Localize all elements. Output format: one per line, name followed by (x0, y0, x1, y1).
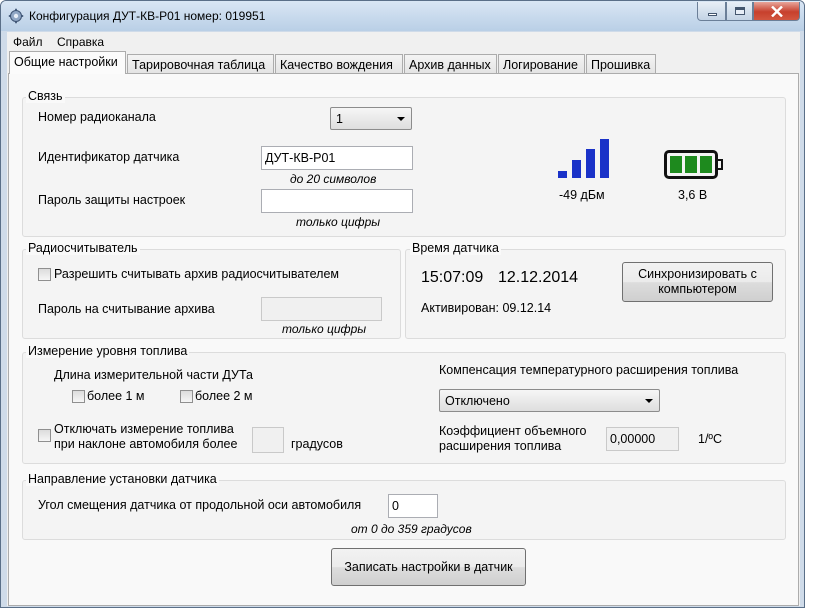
menu-help[interactable]: Справка (57, 35, 104, 49)
tab-data-archive[interactable]: Архив данных (404, 54, 497, 74)
radio-channel-label: Номер радиоканала (38, 110, 156, 124)
more-1m-label: более 1 м (87, 389, 145, 403)
battery-cell-1 (670, 156, 682, 173)
title-bar[interactable]: Конфигурация ДУТ-КВ-Р01 номер: 019951 (1, 1, 804, 31)
maximize-button[interactable] (726, 2, 753, 21)
battery-terminal (718, 159, 723, 170)
archive-password-label: Пароль на считывание архива (38, 302, 215, 316)
activated-date: Активирован: 09.12.14 (421, 301, 552, 315)
signal-bar-2 (572, 160, 581, 178)
sensor-id-input[interactable]: ДУТ-КВ-Р01 (261, 146, 413, 170)
minimize-button[interactable] (697, 2, 726, 21)
allow-reader-checkbox[interactable] (38, 268, 51, 281)
coef-label-2: расширения топлива (439, 439, 562, 453)
settings-password-hint: только цифры (296, 215, 381, 229)
signal-bar-3 (586, 149, 595, 178)
tab-driving-quality[interactable]: Качество вождения (275, 54, 403, 74)
minimize-icon (708, 13, 717, 16)
settings-password-input[interactable] (261, 189, 413, 213)
gear-icon (8, 8, 24, 24)
write-settings-button[interactable]: Записать настройки в датчик (331, 548, 526, 586)
angle-hint: от 0 до 359 градусов (351, 522, 472, 536)
tab-general-settings[interactable]: Общие настройки (9, 51, 126, 74)
close-button[interactable] (753, 2, 800, 21)
tilt-degrees-input[interactable] (252, 427, 284, 453)
more-2m-label: более 2 м (195, 389, 253, 403)
tilt-disable-label-1: Отключать измерение топлива (54, 422, 234, 436)
signal-bar-1 (558, 171, 567, 178)
battery-cell-3 (700, 156, 712, 173)
window-title: Конфигурация ДУТ-КВ-Р01 номер: 019951 (29, 9, 266, 23)
more-2m-checkbox[interactable] (180, 390, 193, 403)
sync-time-button[interactable]: Синхронизировать с компьютером (622, 262, 773, 302)
allow-reader-label: Разрешить считывать архив радиосчитывате… (54, 267, 339, 281)
angle-input[interactable]: 0 (388, 494, 438, 518)
sensor-time-value: 15:07:09 (421, 269, 484, 286)
sensor-id-hint: до 20 символов (290, 172, 377, 186)
maximize-icon (735, 7, 745, 15)
radio-channel-select[interactable]: 1 (330, 107, 412, 130)
coef-input[interactable]: 0,00000 (606, 427, 679, 451)
chevron-down-icon (397, 117, 405, 121)
signal-value: -49 дБм (559, 188, 605, 202)
menu-file[interactable]: Файл (13, 35, 43, 49)
sensor-date-value: 12.12.2014 (498, 269, 579, 286)
radio-channel-value: 1 (336, 112, 343, 126)
tab-firmware[interactable]: Прошивка (586, 54, 656, 74)
compensation-label: Компенсация температурного расширения то… (439, 363, 739, 377)
archive-password-hint: только цифры (282, 322, 367, 336)
angle-label: Угол смещения датчика от продольной оси … (38, 498, 362, 512)
chevron-down-icon (645, 399, 653, 403)
signal-bar-4 (600, 139, 609, 178)
compensation-select[interactable]: Отключено (439, 389, 660, 412)
menu-bar: Файл Справка (7, 32, 800, 51)
battery-icon (664, 150, 724, 180)
group-sensor-time-title: Время датчика (410, 241, 501, 255)
coef-unit: 1/ºC (698, 432, 723, 446)
group-connection-title: Связь (26, 89, 65, 103)
group-direction-title: Направление установки датчика (26, 472, 219, 486)
tilt-disable-checkbox[interactable] (38, 429, 51, 442)
tilt-disable-label-2: при наклоне автомобиля более (54, 437, 238, 451)
coef-label-1: Коэффициент объемного (439, 424, 587, 438)
close-icon (771, 6, 783, 17)
tab-calibration-table[interactable]: Тарировочная таблица (127, 54, 274, 74)
more-1m-checkbox[interactable] (72, 390, 85, 403)
tab-logging[interactable]: Логирование (498, 54, 585, 74)
compensation-value: Отключено (445, 394, 510, 408)
battery-voltage: 3,6 В (678, 188, 708, 202)
tilt-degrees-unit: градусов (291, 437, 343, 451)
signal-strength-icon (556, 136, 616, 181)
group-fuel-measure-title: Измерение уровня топлива (26, 344, 190, 358)
main-window: Конфигурация ДУТ-КВ-Р01 номер: 019951 Фа… (0, 0, 805, 608)
group-radio-reader-title: Радиосчитыватель (26, 241, 140, 255)
probe-length-label: Длина измерительной части ДУТа (54, 368, 253, 382)
archive-password-input[interactable] (261, 297, 382, 321)
settings-password-label: Пароль защиты настроек (38, 193, 186, 207)
battery-cell-2 (685, 156, 697, 173)
sensor-id-label: Идентификатор датчика (38, 150, 180, 164)
